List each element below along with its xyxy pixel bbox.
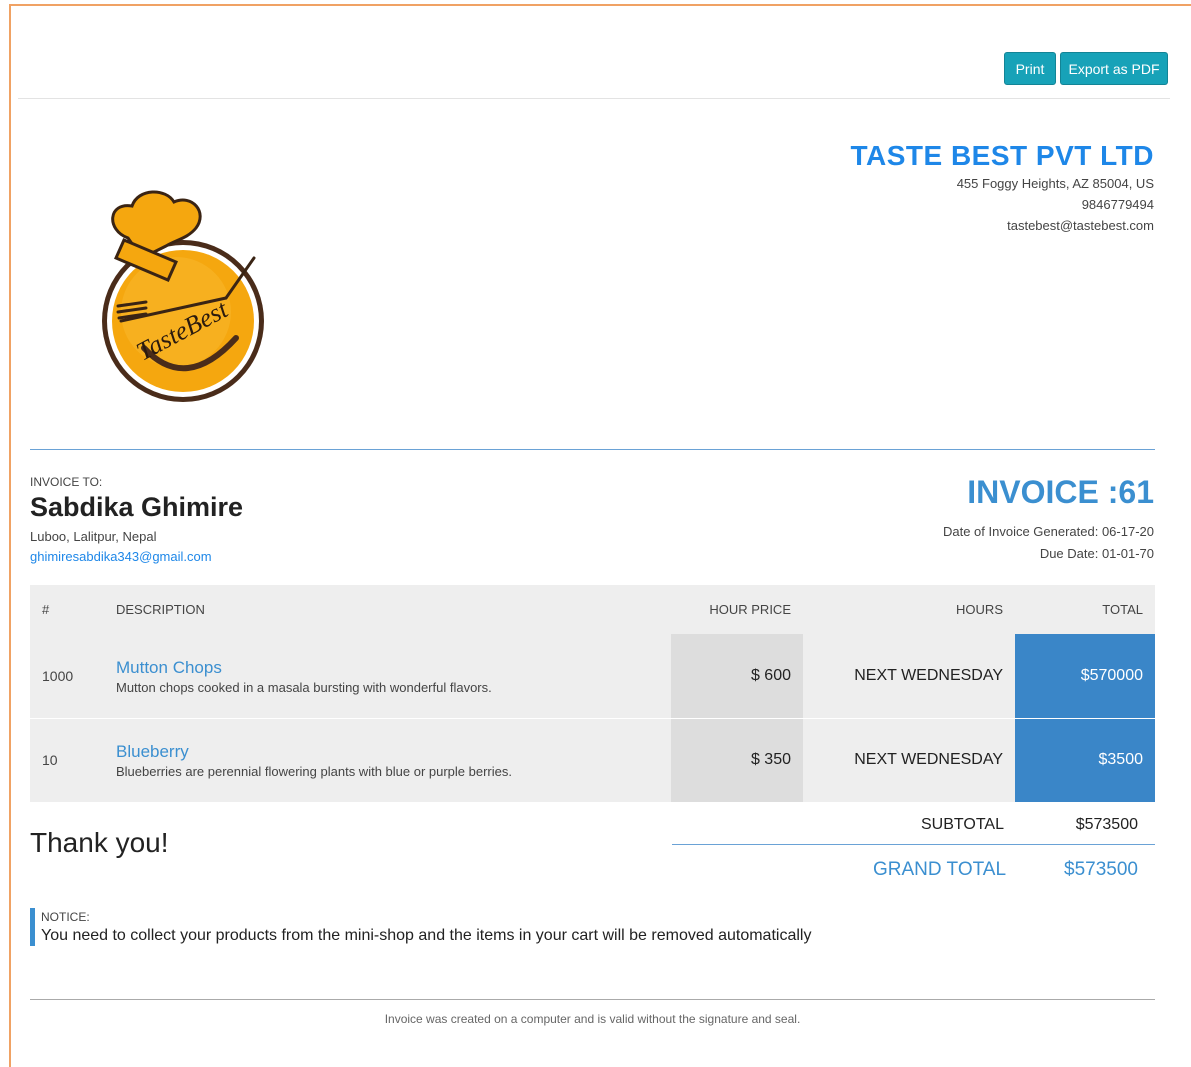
company-phone: 9846779494 (1081, 197, 1154, 212)
item-description-cell: Mutton Chops Mutton chops cooked in a ma… (104, 634, 671, 719)
item-number: 10 (30, 718, 104, 803)
invoice-generated-date: Date of Invoice Generated: 06-17-20 (942, 524, 1154, 539)
item-hours: NEXT WEDNESDAY (803, 634, 1015, 719)
item-description: Mutton chops cooked in a masala bursting… (116, 679, 492, 695)
summary-divider (672, 844, 1155, 845)
item-hours: NEXT WEDNESDAY (803, 718, 1015, 803)
item-total: $570000 (1015, 634, 1155, 719)
column-header-description: DESCRIPTION (104, 585, 671, 634)
column-header-hour-price: HOUR PRICE (671, 585, 803, 634)
invoice-dates: Date of Invoice Generated: 06-17-20 Due … (943, 521, 1154, 565)
client-address: Luboo, Lalitpur, Nepal (30, 529, 157, 544)
invoice-due-date: Due Date: 01-01-70 (1039, 546, 1154, 561)
item-hour-price: $ 350 (671, 718, 803, 803)
invoice-to-label: INVOICE TO: (30, 475, 103, 489)
item-description: Blueberries are perennial flowering plan… (116, 764, 512, 779)
item-hour-price: $ 600 (671, 634, 803, 719)
notice-label: NOTICE: (41, 910, 90, 924)
export-pdf-button[interactable]: Export as PDF (1060, 52, 1168, 85)
notice-block: NOTICE: You need to collect your product… (30, 908, 811, 946)
company-email: tastebest@tastebest.com (1007, 218, 1154, 233)
company-logo: TasteBest (96, 188, 281, 413)
notice-text: You need to collect your products from t… (41, 927, 812, 944)
invoice-number: INVOICE :61 (967, 474, 1154, 510)
footer-text: Invoice was created on a computer and is… (384, 1012, 801, 1026)
header-divider (30, 449, 1155, 450)
invoice-items-table: # DESCRIPTION HOUR PRICE HOURS TOTAL 100… (30, 585, 1155, 803)
invoice-page: Print Export as PDF TasteBest TASTE BEST… (9, 4, 1191, 1067)
column-header-hours: HOURS (803, 585, 1015, 634)
item-name: Mutton Chops (116, 657, 222, 677)
thank-you-message: Thank you! (30, 827, 169, 858)
table-row: 1000 Mutton Chops Mutton chops cooked in… (30, 634, 1155, 719)
subtotal-value: $573500 (1075, 816, 1138, 833)
table-row: 10 Blueberry Blueberries are perennial f… (30, 718, 1155, 803)
company-name: TASTE BEST PVT LTD (850, 140, 1154, 171)
client-email-link[interactable]: ghimiresabdika343@gmail.com (30, 549, 212, 564)
footer-divider (30, 999, 1155, 1000)
grand-total-label: GRAND TOTAL (873, 859, 1007, 880)
item-name: Blueberry (116, 742, 189, 761)
chef-hat-logo-icon: TasteBest (102, 190, 264, 402)
item-description-cell: Blueberry Blueberries are perennial flow… (104, 718, 671, 803)
company-address: 455 Foggy Heights, AZ 85004, US (956, 176, 1154, 191)
print-button[interactable]: Print (1004, 52, 1056, 85)
client-name: Sabdika Ghimire (30, 492, 244, 522)
subtotal-label: SUBTOTAL (921, 816, 1004, 833)
company-info: TASTE BEST PVT LTD 455 Foggy Heights, AZ… (850, 139, 1154, 236)
table-header-row: # DESCRIPTION HOUR PRICE HOURS TOTAL (30, 585, 1155, 634)
grand-total-value: $573500 (1064, 859, 1138, 880)
column-header-total: TOTAL (1015, 585, 1155, 634)
toolbar: Print Export as PDF (18, 6, 1170, 99)
item-total: $3500 (1015, 718, 1155, 803)
column-header-number: # (30, 585, 104, 634)
item-number: 1000 (30, 634, 104, 719)
